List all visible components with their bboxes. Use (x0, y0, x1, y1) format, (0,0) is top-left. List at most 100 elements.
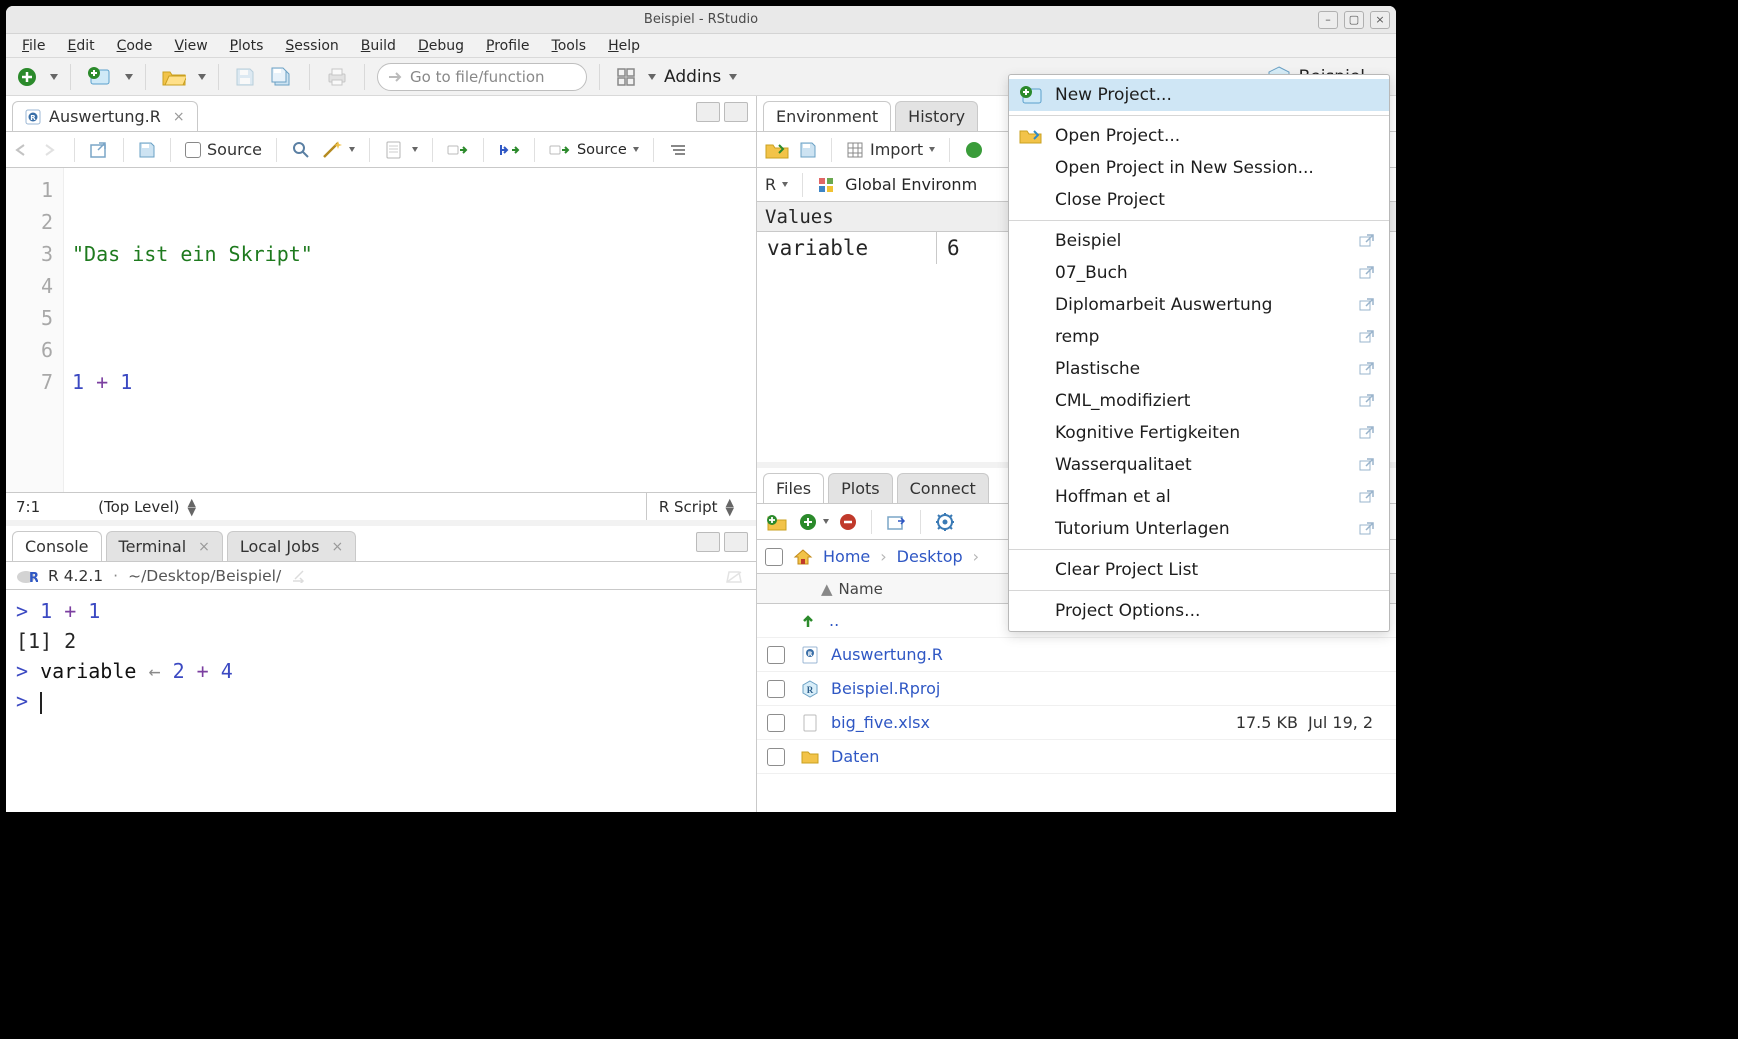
source-on-save-toggle[interactable]: Source (185, 140, 262, 159)
editor-maximize-pane-icon[interactable] (724, 102, 748, 122)
file-checkbox[interactable] (767, 646, 785, 664)
env-lang-selector[interactable]: R (765, 175, 788, 194)
open-in-new-session-icon[interactable] (1359, 394, 1377, 408)
tab-environment[interactable]: Environment (763, 101, 891, 131)
tab-terminal[interactable]: Terminal× (106, 531, 223, 561)
menu-code[interactable]: Code (107, 38, 163, 54)
file-checkbox[interactable] (767, 714, 785, 732)
back-icon[interactable] (14, 143, 32, 157)
find-icon[interactable] (291, 140, 311, 160)
project-menu-clear-list[interactable]: Clear Project List (1009, 554, 1389, 586)
new-blank-file-icon[interactable] (799, 513, 829, 531)
new-project-caret-icon[interactable] (125, 74, 133, 80)
new-project-icon[interactable] (83, 64, 117, 90)
save-all-icon[interactable] (267, 65, 297, 89)
notebook-icon[interactable] (384, 140, 402, 160)
home-icon[interactable] (793, 548, 813, 566)
open-in-new-session-icon[interactable] (1359, 234, 1377, 248)
close-icon[interactable]: × (331, 539, 343, 555)
open-in-new-session-icon[interactable] (1359, 458, 1377, 472)
run-icon[interactable] (447, 142, 469, 158)
source-button[interactable]: Source (549, 142, 639, 158)
import-dataset-button[interactable]: Import (846, 140, 935, 159)
project-menu-recent-item[interactable]: Plastische (1009, 353, 1389, 385)
file-checkbox[interactable] (767, 680, 785, 698)
project-menu-recent-item[interactable]: Beispiel (1009, 225, 1389, 257)
file-checkbox[interactable] (767, 748, 785, 766)
menu-file[interactable]: File (12, 38, 55, 54)
files-row[interactable]: R Beispiel.Rproj (757, 672, 1396, 706)
project-menu-recent-item[interactable]: Wasserqualitaet (1009, 449, 1389, 481)
project-menu-close[interactable]: Close Project (1009, 184, 1389, 216)
tab-plots[interactable]: Plots (828, 473, 893, 503)
project-menu-recent-item[interactable]: Tutorium Unterlagen (1009, 513, 1389, 545)
files-row[interactable]: big_five.xlsx 17.5 KB Jul 19, 2 (757, 706, 1396, 740)
addins-button[interactable]: Addins (664, 67, 737, 87)
new-file-caret-icon[interactable] (50, 74, 58, 80)
window-maximize-button[interactable]: ▢ (1344, 11, 1364, 29)
project-menu-recent-item[interactable]: remp (1009, 321, 1389, 353)
clear-console-icon[interactable] (724, 567, 746, 585)
close-icon[interactable]: × (198, 539, 210, 555)
project-menu-recent-item[interactable]: Hoffman et al (1009, 481, 1389, 513)
project-menu-open[interactable]: Open Project... (1009, 120, 1389, 152)
save-workspace-icon[interactable] (799, 141, 817, 159)
console-maximize-pane-icon[interactable] (724, 532, 748, 552)
open-file-caret-icon[interactable] (198, 74, 206, 80)
language-mode[interactable]: R Script ▲▼ (646, 493, 746, 520)
wand-icon[interactable] (321, 140, 355, 160)
project-menu-recent-item[interactable]: Diplomarbeit Auswertung (1009, 289, 1389, 321)
select-all-checkbox[interactable] (765, 548, 783, 566)
project-menu-new[interactable]: New Project... (1009, 79, 1389, 111)
menu-view[interactable]: View (164, 38, 217, 54)
outline-icon[interactable] (668, 142, 688, 158)
grid-view-caret-icon[interactable] (648, 74, 656, 80)
open-in-new-session-icon[interactable] (1359, 266, 1377, 280)
editor-area[interactable]: 1234567 "Das ist ein Skript" 1 + 1 varia… (6, 168, 756, 492)
window-minimize-button[interactable]: – (1318, 11, 1338, 29)
open-in-new-session-icon[interactable] (1359, 522, 1377, 536)
popout-icon[interactable] (291, 569, 307, 583)
window-close-button[interactable]: × (1370, 11, 1390, 29)
load-workspace-icon[interactable] (765, 140, 789, 160)
breadcrumb-desktop[interactable]: Desktop (897, 547, 963, 566)
breadcrumb-home[interactable]: Home (823, 547, 870, 566)
forward-icon[interactable] (42, 143, 60, 157)
tab-history[interactable]: History (895, 101, 978, 131)
editor-code[interactable]: "Das ist ein Skript" 1 + 1 variable ← 2 … (64, 168, 756, 492)
tab-local-jobs[interactable]: Local Jobs× (227, 531, 356, 561)
save-icon[interactable] (231, 65, 259, 89)
menu-session[interactable]: Session (275, 38, 348, 54)
new-file-button[interactable] (12, 64, 42, 90)
save-icon[interactable] (138, 141, 156, 159)
open-in-new-session-icon[interactable] (1359, 330, 1377, 344)
new-folder-icon[interactable] (765, 512, 789, 532)
project-menu-recent-item[interactable]: Kognitive Fertigkeiten (1009, 417, 1389, 449)
files-row[interactable]: R Auswertung.R (757, 638, 1396, 672)
goto-file-input[interactable]: Go to file/function (377, 63, 587, 91)
menu-debug[interactable]: Debug (408, 38, 474, 54)
console-output[interactable]: > 1 + 1 [1] 2 > variable ← 2 + 4 > (6, 590, 756, 812)
tab-console[interactable]: Console (12, 531, 102, 561)
menu-edit[interactable]: Edit (57, 38, 104, 54)
more-gear-icon[interactable] (935, 512, 955, 532)
menu-tools[interactable]: Tools (542, 38, 597, 54)
open-file-icon[interactable] (158, 65, 190, 89)
menu-help[interactable]: Help (598, 38, 650, 54)
show-in-new-window-icon[interactable] (89, 141, 109, 159)
menu-plots[interactable]: Plots (220, 38, 274, 54)
files-row[interactable]: Daten (757, 740, 1396, 774)
project-menu-recent-item[interactable]: CML_modifiziert (1009, 385, 1389, 417)
grid-view-icon[interactable] (612, 65, 640, 89)
refresh-env-icon[interactable] (964, 140, 984, 160)
scope-selector[interactable]: (Top Level) ▲▼ (98, 498, 628, 516)
close-tab-icon[interactable]: × (173, 109, 185, 125)
project-menu-open-new-session[interactable]: Open Project in New Session... (1009, 152, 1389, 184)
open-in-new-session-icon[interactable] (1359, 426, 1377, 440)
open-in-new-session-icon[interactable] (1359, 362, 1377, 376)
console-minimize-pane-icon[interactable] (696, 532, 720, 552)
delete-file-icon[interactable] (839, 513, 857, 531)
rerun-icon[interactable] (498, 142, 520, 158)
print-icon[interactable] (322, 65, 352, 89)
menu-build[interactable]: Build (351, 38, 406, 54)
